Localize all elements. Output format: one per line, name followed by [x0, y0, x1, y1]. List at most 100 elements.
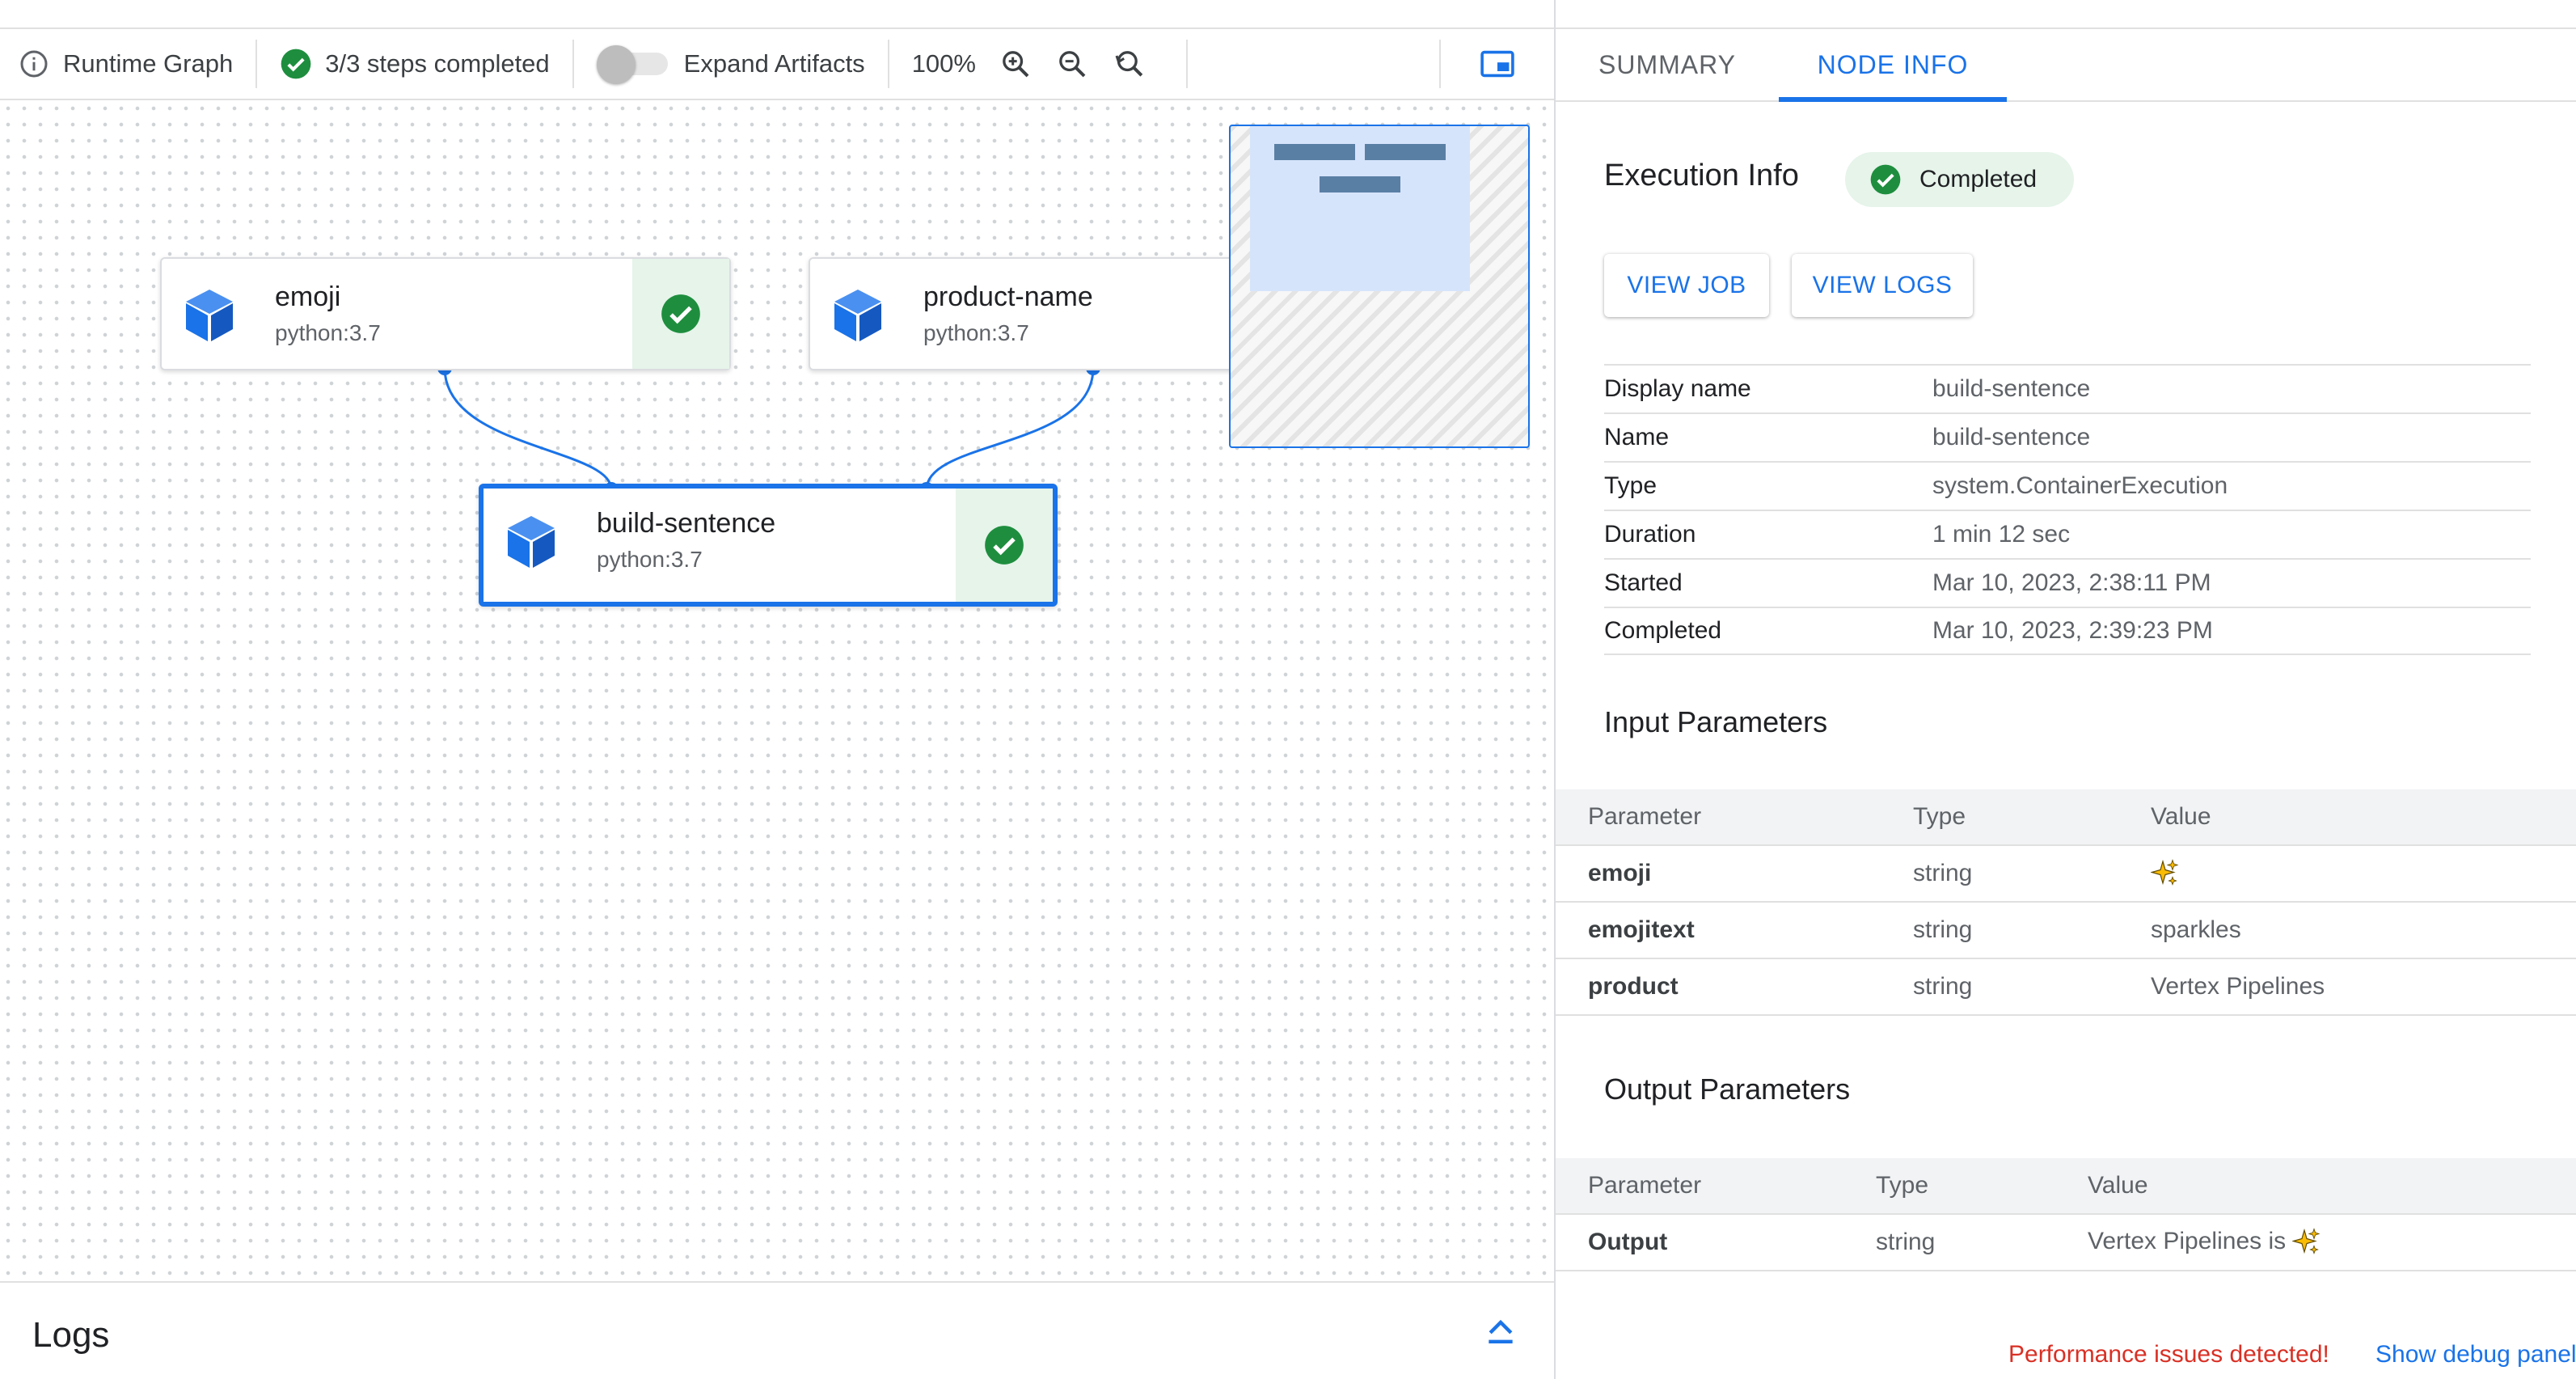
- param-value: Vertex Pipelines: [2151, 973, 2325, 1000]
- expand-artifacts-toggle[interactable]: [596, 45, 669, 84]
- zoom-level-text: 100%: [911, 49, 976, 78]
- info-value: Mar 10, 2023, 2:39:23 PM: [1932, 617, 2213, 644]
- table-row: emojitext string sparkles: [1556, 903, 2576, 959]
- steps-completed-text: 3/3 steps completed: [325, 49, 550, 78]
- runtime-graph-text: Runtime Graph: [63, 49, 234, 78]
- zoom-in-icon: [1003, 51, 1029, 78]
- zoom-out-button[interactable]: [1044, 29, 1100, 99]
- view-logs-button[interactable]: VIEW LOGS: [1792, 254, 1973, 317]
- param-name: emoji: [1588, 860, 1652, 886]
- toggle-knob: [596, 45, 636, 84]
- info-key: Display name: [1604, 375, 1751, 402]
- logs-expand-button[interactable]: [1483, 1313, 1518, 1349]
- expand-artifacts-control: Expand Artifacts: [574, 29, 888, 99]
- sparkles-icon: [2151, 859, 2179, 886]
- header-type: Type: [1876, 1172, 1929, 1199]
- table-row: Output string Vertex Pipelines is: [1556, 1215, 2576, 1271]
- param-type: string: [1913, 916, 1973, 943]
- sparkles-icon: [2292, 1228, 2321, 1254]
- info-icon: [18, 48, 50, 80]
- info-value: system.ContainerExecution: [1932, 472, 2228, 499]
- zoom-in-button[interactable]: [987, 29, 1044, 99]
- input-parameters-title: Input Parameters: [1604, 705, 1828, 738]
- component-cube-icon: [508, 516, 555, 568]
- minimap-node: [1365, 144, 1446, 160]
- check-circle-icon: [280, 48, 312, 80]
- info-key: Started: [1604, 569, 1683, 596]
- details-pane: SUMMARY NODE INFO Execution Info Complet…: [1556, 0, 2576, 1379]
- node-title: build-sentence: [597, 508, 776, 539]
- zoom-level: 100%: [889, 29, 987, 99]
- info-value: Mar 10, 2023, 2:38:11 PM: [1932, 569, 2211, 596]
- info-row: Display name build-sentence: [1604, 364, 2531, 412]
- toolbar-separator: [1185, 40, 1188, 88]
- steps-status: 3/3 steps completed: [257, 29, 572, 99]
- performance-warning: Performance issues detected!: [2008, 1341, 2329, 1368]
- info-key: Type: [1604, 472, 1658, 499]
- param-type: string: [1913, 973, 1973, 1000]
- expand-up-icon: [1489, 1319, 1513, 1344]
- execution-info-title: Execution Info: [1604, 159, 1799, 192]
- header-value: Value: [2151, 803, 2211, 830]
- table-row: emoji string: [1556, 846, 2576, 903]
- expand-artifacts-label: Expand Artifacts: [683, 49, 865, 78]
- input-parameters-table: Parameter Type Value emoji string emojit…: [1556, 789, 2576, 1016]
- table-row: product string Vertex Pipelines: [1556, 959, 2576, 1016]
- info-row: Duration 1 min 12 sec: [1604, 510, 2531, 558]
- param-value: [2151, 859, 2180, 888]
- check-circle-icon: [661, 294, 700, 333]
- logs-panel: Logs: [0, 1281, 1554, 1379]
- table-header: Parameter Type Value: [1556, 789, 2576, 846]
- node-status: [956, 489, 1053, 602]
- tab-node-info[interactable]: NODE INFO: [1779, 29, 2007, 102]
- info-key: Completed: [1604, 617, 1722, 644]
- logs-title: Logs: [32, 1315, 110, 1355]
- zoom-reset-button[interactable]: [1100, 29, 1157, 99]
- info-row: Completed Mar 10, 2023, 2:39:23 PM: [1604, 607, 2531, 655]
- param-name: product: [1588, 973, 1679, 1000]
- info-value: build-sentence: [1932, 375, 2091, 402]
- table-header: Parameter Type Value: [1556, 1158, 2576, 1215]
- header-parameter: Parameter: [1588, 803, 1702, 830]
- show-debug-panel-link[interactable]: Show debug panel: [2375, 1341, 2576, 1368]
- minimap-node: [1274, 144, 1355, 160]
- info-value: 1 min 12 sec: [1932, 521, 2071, 548]
- zoom-reset-icon: [1115, 51, 1143, 77]
- param-type: string: [1876, 1229, 1936, 1255]
- component-cube-icon: [186, 290, 233, 341]
- param-value-text: Vertex Pipelines is: [2088, 1227, 2287, 1254]
- graph-minimap[interactable]: [1229, 125, 1530, 448]
- tab-summary[interactable]: SUMMARY: [1556, 29, 1779, 100]
- info-key: Name: [1604, 424, 1670, 451]
- status-badge: Completed: [1845, 152, 2075, 207]
- header-parameter: Parameter: [1588, 1172, 1702, 1199]
- node-subtitle: python:3.7: [923, 320, 1029, 345]
- execution-info-table: Display name build-sentence Name build-s…: [1604, 364, 2531, 655]
- output-parameters-table: Parameter Type Value Output string Verte…: [1556, 1158, 2576, 1271]
- node-emoji[interactable]: emoji python:3.7: [160, 257, 731, 370]
- node-title: product-name: [923, 281, 1093, 312]
- node-status: [632, 259, 729, 369]
- param-value: sparkles: [2151, 916, 2241, 943]
- node-title: emoji: [275, 281, 341, 312]
- info-key: Duration: [1604, 521, 1696, 548]
- zoom-out-icon: [1059, 51, 1086, 78]
- param-value: Vertex Pipelines is: [2088, 1228, 2321, 1257]
- graph-toolbar: Runtime Graph 3/3 steps completed Expand…: [0, 29, 1554, 100]
- minimap-node: [1320, 176, 1400, 192]
- check-circle-icon: [985, 526, 1024, 565]
- edge-product-name-to-build-sentence: [925, 367, 1095, 490]
- view-job-button[interactable]: VIEW JOB: [1604, 254, 1769, 317]
- node-subtitle: python:3.7: [275, 320, 381, 345]
- edge-emoji-to-build-sentence: [443, 367, 613, 490]
- details-tabs: SUMMARY NODE INFO: [1556, 29, 2576, 102]
- node-build-sentence[interactable]: build-sentence python:3.7: [479, 484, 1058, 607]
- check-circle-icon: [1870, 164, 1901, 195]
- minimap-toggle-button[interactable]: [1441, 29, 1554, 99]
- graph-canvas[interactable]: emoji python:3.7 product-name python:3.7…: [0, 100, 1554, 1281]
- graph-pane: Runtime Graph 3/3 steps completed Expand…: [0, 0, 1554, 1379]
- param-name: Output: [1588, 1229, 1668, 1255]
- runtime-graph-label[interactable]: Runtime Graph: [0, 29, 255, 99]
- component-cube-icon: [834, 290, 881, 341]
- param-name: emojitext: [1588, 916, 1695, 943]
